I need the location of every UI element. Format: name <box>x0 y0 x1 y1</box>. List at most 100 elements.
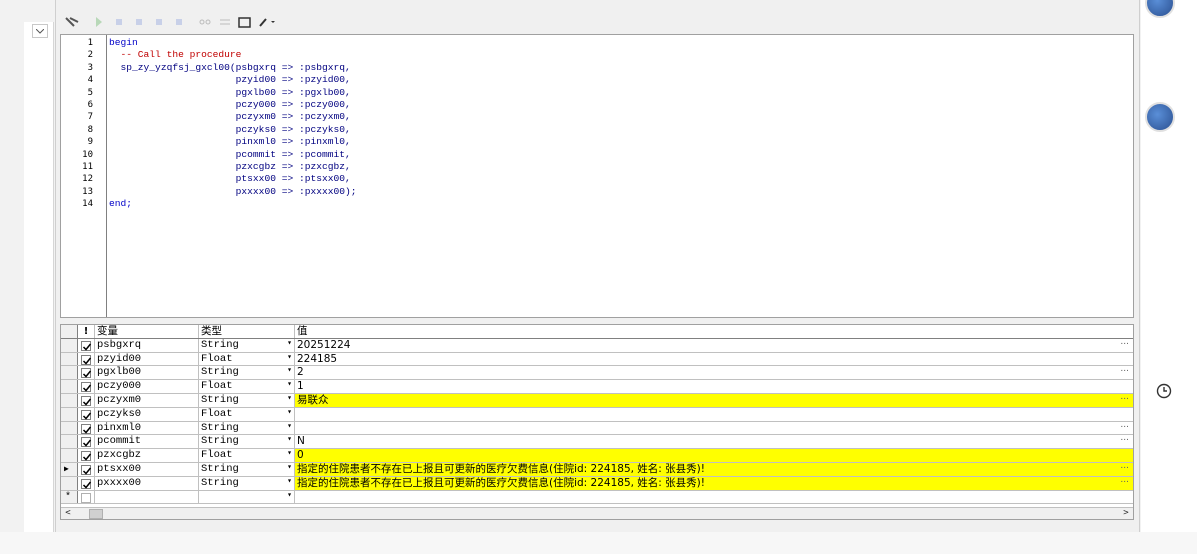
row-indicator[interactable] <box>61 380 78 393</box>
checkbox[interactable] <box>81 382 92 393</box>
row-indicator[interactable] <box>61 394 78 407</box>
type-dropdown-icon[interactable]: ▾ <box>287 378 292 391</box>
variable-value-cell[interactable]: 20251224... <box>295 339 1133 352</box>
variable-type-cell[interactable]: String ▾ <box>199 337 295 352</box>
type-dropdown-icon[interactable]: ▾ <box>287 461 292 474</box>
column-header-type[interactable]: 类型 <box>199 325 295 338</box>
type-dropdown-icon[interactable]: ▾ <box>287 392 292 405</box>
variable-type-cell[interactable]: Float ▾ <box>199 352 295 366</box>
scroll-right-button[interactable]: > <box>1119 508 1133 519</box>
checkbox[interactable] <box>81 354 92 365</box>
table-row[interactable]: pzxcgbz Float ▾ 0 <box>61 449 1133 463</box>
variable-name-cell[interactable]: pcommit <box>95 435 199 449</box>
checkbox[interactable] <box>81 396 92 406</box>
ellipsis-button[interactable]: ... <box>1120 463 1129 473</box>
type-dropdown-icon[interactable]: ▾ <box>287 475 292 488</box>
checkbox[interactable] <box>81 451 92 462</box>
table-row[interactable]: pgxlb00 String ▾ 2... <box>61 364 1133 381</box>
variable-name-cell[interactable]: pxxxx00 <box>95 476 199 490</box>
type-dropdown-icon[interactable]: ▾ <box>287 337 292 350</box>
variable-name-cell[interactable]: pzyid00 <box>95 352 199 366</box>
variable-name-cell[interactable]: pczy000 <box>95 380 199 393</box>
row-indicator[interactable] <box>61 435 78 449</box>
row-indicator[interactable] <box>61 366 78 380</box>
watch-icon[interactable] <box>218 16 232 28</box>
row-indicator[interactable] <box>61 421 78 435</box>
scroll-left-button[interactable]: < <box>61 508 75 519</box>
variable-value-cell[interactable]: 指定的住院患者不存在已上报且可更新的医疗欠费信息(住院id: 224185, 姓… <box>295 476 1133 490</box>
ellipsis-button[interactable]: ... <box>1120 339 1129 349</box>
variable-name-cell[interactable]: pinxml0 <box>95 421 199 435</box>
ellipsis-button[interactable]: ... <box>1120 422 1129 432</box>
variable-name-cell[interactable]: pczyxm0 <box>95 394 199 407</box>
variable-value-cell[interactable] <box>295 491 1133 504</box>
checkbox[interactable] <box>81 368 92 379</box>
sql-editor[interactable]: 1 2 3 4 5 6 7 8 9 10 11 12 13 14 begin -- Call the pr… <box>60 34 1134 318</box>
tools-dropdown-icon[interactable] <box>258 16 276 28</box>
row-indicator[interactable] <box>61 476 78 490</box>
code-area[interactable]: begin -- Call the procedure sp_zy_yzqfsj… <box>109 37 357 210</box>
variable-value-cell[interactable]: N... <box>295 435 1133 448</box>
row-checkbox[interactable] <box>78 380 95 393</box>
variable-value-cell[interactable]: 224185 <box>295 353 1133 366</box>
horizontal-scrollbar[interactable]: < > <box>61 507 1133 519</box>
variable-value-cell[interactable] <box>295 408 1133 421</box>
stop-icon[interactable] <box>174 16 184 28</box>
variable-name-cell[interactable] <box>95 490 199 504</box>
row-indicator[interactable]: ▶ <box>61 463 78 476</box>
row-checkbox[interactable] <box>78 394 95 407</box>
checkbox[interactable] <box>81 409 92 420</box>
row-checkbox[interactable] <box>78 366 95 380</box>
row-checkbox[interactable] <box>78 476 95 490</box>
breakpoint-icon[interactable] <box>198 16 212 28</box>
variable-type-cell[interactable]: String ▾ <box>199 463 295 476</box>
row-checkbox[interactable] <box>78 435 95 449</box>
ellipsis-button[interactable]: ... <box>1120 366 1129 376</box>
type-dropdown-icon[interactable]: ▾ <box>287 364 292 377</box>
table-row[interactable]: pinxml0 String ▾... <box>61 420 1133 436</box>
checkbox[interactable] <box>81 478 92 489</box>
step-icon[interactable] <box>94 16 104 28</box>
step-into-icon[interactable] <box>114 16 124 28</box>
type-dropdown-icon[interactable]: ▾ <box>287 420 292 433</box>
variable-type-cell[interactable]: Float ▾ <box>199 449 295 462</box>
variable-value-cell[interactable]: 指定的住院患者不存在已上报且可更新的医疗欠费信息(住院id: 224185, 姓… <box>295 463 1133 476</box>
variable-name-cell[interactable]: pgxlb00 <box>95 366 199 380</box>
row-checkbox[interactable] <box>78 338 95 352</box>
table-row[interactable]: pcommit String ▾ N... <box>61 433 1133 450</box>
variable-value-cell[interactable]: 1 <box>295 380 1133 393</box>
type-dropdown-icon[interactable]: ▾ <box>287 447 292 460</box>
table-row[interactable]: pczyks0 Float ▾ <box>61 407 1133 422</box>
type-dropdown-icon[interactable]: ▾ <box>287 433 292 446</box>
table-row[interactable]: psbgxrq String ▾ 20251224... <box>61 337 1133 353</box>
variable-type-cell[interactable]: String ▾ <box>199 433 295 449</box>
row-checkbox[interactable] <box>78 463 95 476</box>
variable-type-cell[interactable]: Float ▾ <box>199 380 295 393</box>
variable-type-cell[interactable]: ▾ <box>199 489 295 504</box>
row-checkbox[interactable] <box>78 490 95 504</box>
clock-icon[interactable] <box>1156 383 1172 399</box>
variable-name-cell[interactable]: pczyks0 <box>95 407 199 421</box>
variable-name-cell[interactable]: psbgxrq <box>95 338 199 352</box>
scroll-thumb[interactable] <box>89 509 103 519</box>
variables-grid[interactable]: ! 变量 类型 值 psbgxrq String ▾ 20251224... pzyid… <box>60 324 1134 520</box>
row-indicator[interactable] <box>61 407 78 421</box>
ellipsis-button[interactable]: ... <box>1120 394 1129 404</box>
table-row[interactable]: pxxxx00 String ▾ 指定的住院患者不存在已上报且可更新的医疗欠费信息(住… <box>61 475 1133 491</box>
variable-name-cell[interactable]: ptsxx00 <box>95 463 199 476</box>
execute-icon[interactable] <box>64 16 80 28</box>
collapse-dropdown-button[interactable] <box>32 24 48 38</box>
type-dropdown-icon[interactable]: ▾ <box>287 489 292 502</box>
variable-value-cell[interactable]: ... <box>295 422 1133 435</box>
variable-type-cell[interactable]: String ▾ <box>199 475 295 490</box>
column-header-variable[interactable]: 变量 <box>95 325 199 338</box>
variable-type-cell[interactable]: Float ▾ <box>199 407 295 421</box>
ellipsis-button[interactable]: ... <box>1120 435 1129 445</box>
checkbox[interactable] <box>81 465 92 475</box>
row-indicator[interactable] <box>61 449 78 462</box>
table-row[interactable]: pczy000 Float ▾ 1 <box>61 380 1133 394</box>
row-checkbox[interactable] <box>78 421 95 435</box>
variable-type-cell[interactable]: String ▾ <box>199 394 295 407</box>
variable-value-cell[interactable]: 2... <box>295 366 1133 379</box>
row-indicator[interactable]: * <box>61 490 78 504</box>
